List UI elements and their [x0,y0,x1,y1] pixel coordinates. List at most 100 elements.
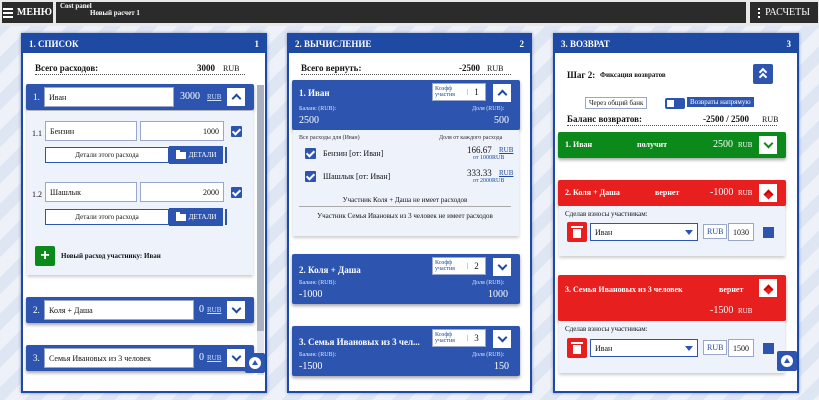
return-verb: получит [637,140,668,149]
expand-button[interactable] [226,300,246,320]
collapse-button[interactable] [492,83,512,103]
step-up-button[interactable] [753,64,773,84]
return-participant-name: 2. Коля + Даша [565,188,620,197]
participant-currency: RUB [207,306,222,314]
expense-share-label: Шашлык [от: Иван] [323,172,391,181]
delete-contribution-button[interactable] [567,222,587,242]
contribution-currency[interactable]: RUB [703,224,728,239]
return-verb: вернет [719,285,744,294]
scroll-top-button[interactable] [777,351,797,371]
calculations-button[interactable]: РАСЧЕТЫ [750,2,818,23]
return-panel: 3. ВОЗВРАТ 3 Шаг 2: Фиксация возвратов Че… [553,33,799,393]
details-button[interactable]: ДЕТАЛИ [169,208,223,226]
step-label: Шаг 2: [567,70,596,80]
participant-name-input[interactable]: Коля + Даша [44,300,194,320]
title-bar: Cost panel Новый расчет 1 [56,2,746,23]
expense-value-input[interactable]: 2000 [140,182,224,202]
collapse-button[interactable] [226,87,246,107]
scroll-top-button[interactable] [245,353,265,373]
list-panel-header: 1. СПИСОК 1 [23,35,265,53]
calc-panel-header: 2. ВЫЧИСЛЕНИЕ 2 [289,35,530,53]
contributions-label: Сделав взносы участникам: [565,210,648,218]
participant-name-input[interactable]: Семья Ивановых из 3 человек [44,348,194,368]
bank-option[interactable]: Через общий банк [585,97,648,109]
return-panel-header: 3. ВОЗВРАТ 3 [555,35,797,53]
expand-button[interactable] [492,329,512,349]
calc-participant-name: 2. Коля + Даша [299,265,361,275]
participant-currency: RUB [207,354,222,362]
return-currency: RUB [738,141,753,149]
scrollbar-thumb[interactable] [257,85,264,331]
balance-value: 2500 [299,115,319,126]
balance-value: -1000 [299,289,323,300]
return-currency: RUB [738,307,753,315]
folder-icon [175,211,186,221]
add-expense-button[interactable]: + [35,246,55,266]
contribution-recipient-select[interactable]: Иван [590,339,698,357]
direct-option[interactable]: Возвраты напрямую [687,97,754,107]
expense-name-input[interactable]: Бензин [45,121,137,141]
share-column-header: Доля от каждого расхода [439,135,503,141]
contribution-amount-input[interactable]: 1500 [728,339,754,357]
expense-share-checkbox[interactable] [305,171,316,182]
expense-include-checkbox[interactable] [231,187,242,198]
contribution-currency[interactable]: RUB [703,340,728,355]
trash-icon [571,225,583,238]
chevron-down-icon [497,260,507,271]
expense-share-label: Бензин [от: Иван] [323,149,384,158]
collapse-button[interactable] [758,183,778,203]
contribution-recipient-select[interactable]: Иван [590,223,698,241]
return-balance-currency: RUB [762,115,779,124]
expand-button[interactable] [492,257,512,277]
share-label: Доля (RUB): [472,352,505,358]
share-label: Доля (RUB): [472,106,505,112]
total-return-label: Всего вернуть: [301,63,362,73]
coefficient-input[interactable]: Коэфф участия 2 [432,257,486,275]
participant-sum: 3000 [180,91,200,102]
return-participant-name: 3. Семья Ивановых из 3 человек [565,285,683,294]
participant-index: 2. [33,305,40,315]
chevron-up-icon [763,284,773,295]
total-return-value: -2500 [459,63,480,73]
expand-button[interactable] [758,135,778,155]
coefficient-input[interactable]: Коэфф участия 1 [432,83,486,101]
expand-button[interactable] [226,348,246,368]
menu-button[interactable]: МЕНЮ [2,2,53,23]
details-button[interactable]: ДЕТАЛИ [169,146,223,164]
total-expenses-label: Всего расходов: [35,63,99,73]
return-amount: 2500 [713,139,733,150]
arrow-up-circle-icon [781,355,793,367]
expense-include-checkbox[interactable] [231,126,242,137]
coefficient-input[interactable]: Коэфф участия 3 [432,329,486,347]
contribution-amount-input[interactable]: 1030 [728,223,754,241]
delete-contribution-button[interactable] [567,338,587,358]
contribution-checkbox[interactable] [763,227,774,238]
share-value: 1000 [488,289,508,300]
coefficient-value: 2 [467,262,485,271]
expense-share-checkbox[interactable] [305,148,316,159]
expense-share-currency: RUB [499,146,514,154]
hamburger-icon [2,7,13,18]
return-balance-value: -2500 / 2500 [703,114,749,124]
return-mode-toggle[interactable] [665,98,685,109]
participant-index: 3. [33,353,40,363]
divider [301,74,511,75]
calc-participant-name: 3. Семья Ивановых из 3 чел... [299,337,420,347]
trash-icon [571,341,583,354]
expense-share-value: 333.33 [467,168,492,178]
collapse-button[interactable] [758,278,778,298]
chevron-up-icon [231,93,241,104]
caret-down-icon [685,230,693,235]
participant-name-input[interactable]: Иван [44,87,174,107]
participant-sum: 0 [199,352,204,363]
double-chevron-up-icon [758,67,768,81]
expense-name-input[interactable]: Шашлык [45,182,137,202]
coefficient-value: 1 [467,88,485,97]
coefficient-label: Коэфф участия [435,86,455,98]
total-return-currency: RUB [487,64,504,73]
expense-details-field[interactable]: Детали этого расхода [45,147,169,163]
list-panel: 1. СПИСОК 1 Всего расходов: 3000 RUB 1. И… [21,33,267,393]
contribution-checkbox[interactable] [763,343,774,354]
expense-value-input[interactable]: 1000 [140,121,224,141]
expense-details-field[interactable]: Детали этого расхода [45,209,169,225]
